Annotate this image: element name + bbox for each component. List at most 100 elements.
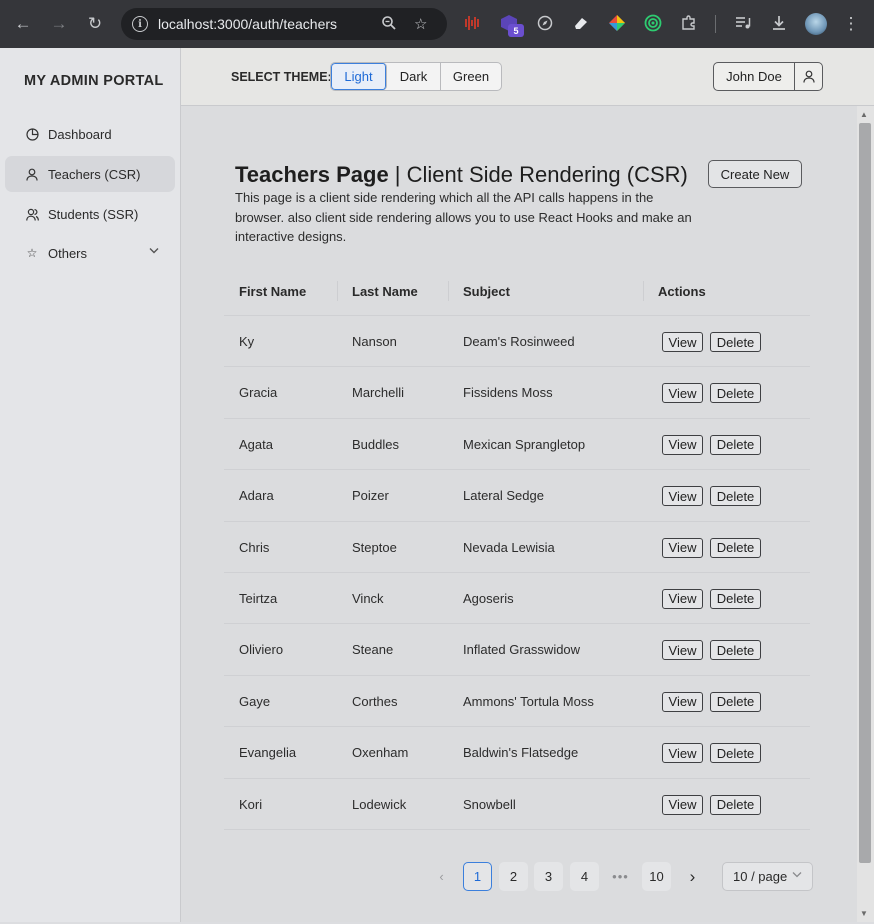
theme-light-button[interactable]: Light	[331, 63, 387, 90]
page-size-value: 10 / page	[733, 869, 788, 884]
cell-subject: Fissidens Moss	[463, 385, 553, 401]
view-button[interactable]: View	[662, 691, 703, 712]
delete-button[interactable]: Delete	[710, 486, 761, 507]
cell-first-name: Oliviero	[239, 642, 284, 658]
sidebar-item-students[interactable]: Students (SSR)	[5, 196, 175, 232]
extensions-puzzle-icon[interactable]	[679, 13, 699, 33]
cell-first-name: Ky	[239, 334, 255, 349]
back-icon[interactable]: ←	[12, 13, 34, 35]
theme-green-button[interactable]: Green	[441, 63, 501, 90]
sidebar-item-teachers[interactable]: Teachers (CSR)	[5, 156, 175, 192]
menu-kebab-icon[interactable]: ⋮	[840, 13, 862, 35]
table-header: First Name Last Name Subject Actions	[224, 266, 810, 316]
sidebar-item-others[interactable]: ☆ Others	[5, 235, 175, 271]
cell-last-name: Poizer	[352, 488, 389, 504]
cell-first-name: Chris	[239, 539, 270, 555]
cell-last-name: Lodewick	[352, 796, 407, 812]
zoom-icon[interactable]	[381, 15, 397, 35]
cell-last-name: Steptoe	[352, 539, 397, 555]
compass-extension-icon[interactable]	[535, 13, 555, 33]
page-size-select[interactable]: 10 / page	[722, 862, 813, 891]
table-row: Teirtza Vinck Agoseris View Delete	[224, 573, 810, 625]
column-divider	[448, 281, 449, 301]
cell-subject: Agoseris	[463, 590, 514, 606]
color-picker-extension-icon[interactable]	[607, 13, 627, 33]
delete-button[interactable]: Delete	[710, 537, 761, 558]
create-new-button[interactable]: Create New	[708, 160, 802, 188]
delete-button[interactable]: Delete	[710, 691, 761, 712]
cell-subject: Inflated Grasswidow	[463, 642, 581, 658]
page-button-1[interactable]: 1	[463, 862, 492, 891]
sidebar: MY ADMIN PORTAL Dashboard Teachers (CSR)…	[0, 48, 181, 922]
cell-first-name: Gaye	[239, 693, 271, 709]
delete-button[interactable]: Delete	[710, 588, 761, 609]
table-row: Chris Steptoe Nevada Lewisia View Delete	[224, 522, 810, 573]
page-button-4[interactable]: 4	[570, 862, 599, 891]
view-button[interactable]: View	[662, 434, 703, 455]
eraser-extension-icon[interactable]	[571, 13, 591, 33]
chevron-down-icon	[149, 246, 159, 257]
teachers-table: First Name Last Name Subject Actions Ky N…	[224, 266, 810, 830]
delete-button[interactable]: Delete	[710, 383, 761, 404]
cell-first-name: Evangelia	[239, 745, 297, 761]
page-button-2[interactable]: 2	[499, 862, 528, 891]
page-ellipsis[interactable]: •••	[606, 862, 635, 891]
user-name[interactable]: John Doe	[714, 63, 795, 90]
cell-last-name: Oxenham	[352, 745, 409, 761]
theme-label: SELECT THEME:	[231, 70, 332, 84]
audio-extension-icon[interactable]	[463, 13, 483, 33]
url-text[interactable]: localhost:3000/auth/teachers	[158, 16, 337, 32]
page-title-subtitle: | Client Side Rendering (CSR)	[388, 162, 688, 187]
pie-chart-icon	[25, 127, 39, 141]
view-button[interactable]: View	[662, 640, 703, 661]
address-bar[interactable]: i localhost:3000/auth/teachers ☆	[121, 8, 447, 40]
column-header-actions: Actions	[658, 284, 706, 299]
cell-first-name: Teirtza	[239, 590, 278, 606]
view-button[interactable]: View	[662, 588, 703, 609]
page-button-10[interactable]: 10	[642, 862, 671, 891]
scroll-down-arrow-icon[interactable]: ▼	[860, 909, 868, 918]
view-button[interactable]: View	[662, 383, 703, 404]
sidebar-item-label: Students (SSR)	[48, 206, 139, 222]
prev-page-icon[interactable]: ‹	[427, 862, 456, 891]
app-header: SELECT THEME: Light Dark Green John Doe	[181, 48, 874, 106]
scrollbar-thumb[interactable]	[859, 123, 871, 863]
delete-button[interactable]: Delete	[710, 640, 761, 661]
sidebar-item-dashboard[interactable]: Dashboard	[5, 116, 175, 152]
cell-subject: Lateral Sedge	[463, 488, 544, 504]
page-title-bold: Teachers Page	[235, 162, 389, 187]
delete-button[interactable]: Delete	[710, 794, 761, 815]
user-menu-button[interactable]: John Doe	[713, 62, 823, 91]
forward-icon[interactable]: →	[48, 13, 70, 35]
delete-button[interactable]: Delete	[710, 434, 761, 455]
toolbar-divider	[715, 15, 716, 33]
theme-selector: Light Dark Green	[330, 62, 502, 91]
view-button[interactable]: View	[662, 794, 703, 815]
cell-subject: Mexican Sprangletop	[463, 436, 586, 452]
delete-button[interactable]: Delete	[710, 743, 761, 764]
view-button[interactable]: View	[662, 486, 703, 507]
cell-first-name: Gracia	[239, 385, 278, 401]
user-icon[interactable]	[795, 63, 822, 90]
cell-subject: Ammons' Tortula Moss	[463, 693, 594, 709]
next-page-icon[interactable]: ›	[678, 862, 707, 891]
table-row: Gracia Marchelli Fissidens Moss View Delete	[224, 367, 810, 419]
profile-avatar[interactable]	[805, 13, 827, 35]
reload-icon[interactable]: ↻	[84, 13, 106, 35]
site-info-icon[interactable]: i	[132, 16, 148, 32]
cell-first-name: Adara	[239, 488, 274, 504]
media-queue-icon[interactable]	[733, 13, 753, 33]
page-button-3[interactable]: 3	[534, 862, 563, 891]
download-icon[interactable]	[769, 13, 789, 33]
scroll-up-arrow-icon[interactable]: ▲	[860, 110, 868, 119]
delete-button[interactable]: Delete	[710, 332, 761, 352]
view-button[interactable]: View	[662, 537, 703, 558]
theme-dark-button[interactable]: Dark	[387, 63, 441, 90]
bookmark-star-icon[interactable]: ☆	[414, 15, 427, 33]
table-row: Evangelia Oxenham Baldwin's Flatsedge View D…	[224, 727, 810, 779]
view-button[interactable]: View	[662, 743, 703, 764]
sidebar-item-label: Teachers (CSR)	[48, 166, 141, 182]
cell-last-name: Marchelli	[352, 385, 405, 401]
view-button[interactable]: View	[662, 332, 703, 352]
target-extension-icon[interactable]	[643, 13, 663, 33]
